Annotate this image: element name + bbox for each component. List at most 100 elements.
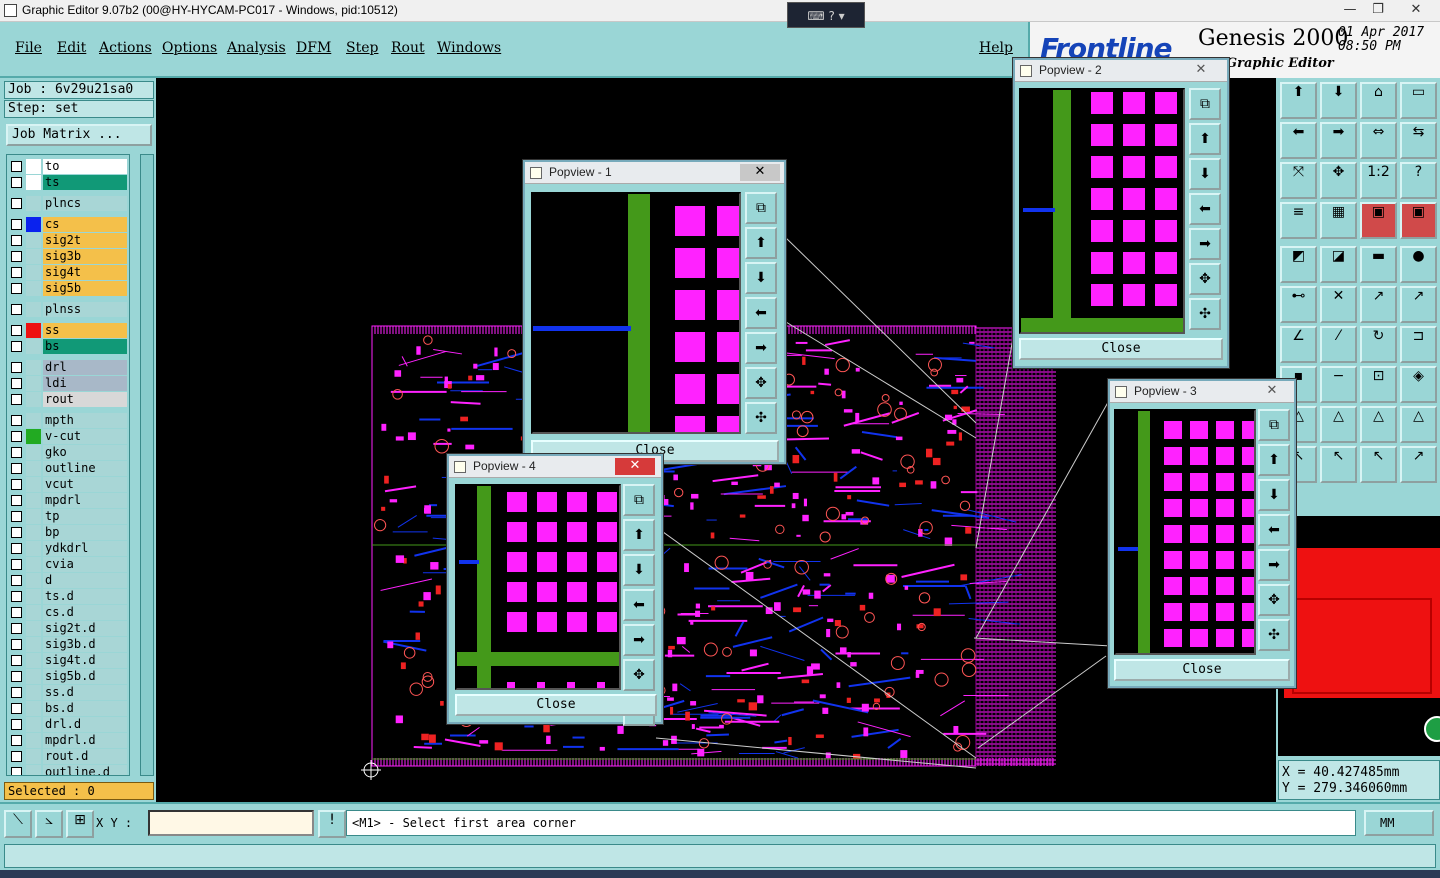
layer-checkbox[interactable] — [11, 751, 22, 762]
layer-checkbox[interactable] — [11, 607, 22, 618]
popview-1[interactable]: Popview - 1 ✕ ⧉ ⬆ ⬇ ⬅ ➡ ✥ ✣ Close — [523, 160, 786, 464]
popview-3-viewport[interactable] — [1114, 409, 1256, 655]
layer-row-cvia[interactable]: cvia — [7, 557, 129, 572]
popview-2[interactable]: Popview - 2 ✕ ⧉ ⬆ ⬇ ⬅ ➡ ✥ ✣ Close — [1013, 58, 1229, 368]
tool-icon[interactable]: △ — [1360, 406, 1397, 443]
layer-name[interactable]: plnss — [43, 302, 127, 317]
tool-icon[interactable]: ✥ — [1320, 162, 1357, 199]
layer-checkbox[interactable] — [11, 767, 22, 775]
popview-tool-icon[interactable]: ⬅ — [623, 589, 655, 621]
layer-row-sig2t[interactable]: sig2t — [7, 233, 129, 248]
layer-checkbox[interactable] — [11, 251, 22, 262]
layer-name[interactable]: drl.d — [43, 717, 127, 732]
layer-name[interactable]: mpth — [43, 413, 127, 428]
layer-row-sig5b[interactable]: sig5b — [7, 281, 129, 296]
layer-row-sig4t[interactable]: sig4t — [7, 265, 129, 280]
menu-step[interactable]: Step — [346, 40, 378, 56]
layer-name[interactable]: to — [43, 159, 127, 174]
layer-row-ldi[interactable]: ldi — [7, 376, 129, 391]
tool-icon[interactable]: ↻ — [1360, 326, 1397, 363]
popview-2-close-button[interactable]: Close — [1019, 338, 1223, 360]
tool-icon[interactable]: ⊷ — [1280, 286, 1317, 323]
layer-checkbox[interactable] — [11, 235, 22, 246]
popview-3-titlebar[interactable]: Popview - 3 ✕ — [1110, 381, 1294, 403]
tool-icon[interactable]: ⤧ — [1280, 162, 1317, 199]
tool-icon[interactable]: ◪ — [1320, 246, 1357, 283]
tool-icon[interactable]: ▭ — [1400, 82, 1437, 119]
tool-icon[interactable]: ◩ — [1280, 246, 1317, 283]
layer-checkbox[interactable] — [11, 341, 22, 352]
tool-icon[interactable]: 1:2 — [1360, 162, 1397, 199]
layer-name[interactable]: outline.d — [43, 765, 127, 775]
layer-row-rout[interactable]: rout — [7, 392, 129, 407]
popview-tool-icon[interactable]: ➡ — [623, 624, 655, 656]
popview-tool-icon[interactable]: ⬆ — [745, 227, 777, 259]
menu-windows[interactable]: Windows — [437, 40, 501, 56]
layer-checkbox[interactable] — [11, 543, 22, 554]
layer-row-sig5b.d[interactable]: sig5b.d — [7, 669, 129, 684]
layer-checkbox[interactable] — [11, 219, 22, 230]
layer-name[interactable]: ldi — [43, 376, 127, 391]
layer-checkbox[interactable] — [11, 177, 22, 188]
popview-4-close-button[interactable]: Close — [455, 694, 657, 716]
popview-3-close-button[interactable]: Close — [1114, 659, 1290, 681]
layer-name[interactable]: d — [43, 573, 127, 588]
tool-icon[interactable]: ✕ — [1320, 286, 1357, 323]
layer-row-to[interactable]: to — [7, 159, 129, 174]
maximize-button[interactable]: ❐ — [1364, 1, 1392, 19]
layer-row-mpth[interactable]: mpth — [7, 413, 129, 428]
layer-row-cs[interactable]: cs — [7, 217, 129, 232]
popview-tool-icon[interactable]: ⬇ — [1258, 479, 1290, 511]
layer-name[interactable]: sig2t.d — [43, 621, 127, 636]
layer-checkbox[interactable] — [11, 527, 22, 538]
layer-name[interactable]: sig4t — [43, 265, 127, 280]
close-window-button[interactable]: ✕ — [1398, 1, 1434, 19]
popview-tool-icon[interactable]: ⬇ — [1189, 158, 1221, 190]
layer-name[interactable]: sig3b.d — [43, 637, 127, 652]
layer-checkbox[interactable] — [11, 559, 22, 570]
minimize-button[interactable]: — — [1336, 1, 1364, 19]
layer-name[interactable]: bs — [43, 339, 127, 354]
layer-checkbox[interactable] — [11, 415, 22, 426]
layer-row-ts.d[interactable]: ts.d — [7, 589, 129, 604]
layer-name[interactable]: ts.d — [43, 589, 127, 604]
tool-icon[interactable]: ◈ — [1400, 366, 1437, 403]
tool-icon[interactable]: ⊡ — [1360, 366, 1397, 403]
popview-tool-icon[interactable]: ✥ — [745, 367, 777, 399]
layer-row-d[interactable]: d — [7, 573, 129, 588]
snap-grid-icon[interactable]: ⊞ — [66, 810, 94, 838]
layer-checkbox[interactable] — [11, 575, 22, 586]
popview-tool-icon[interactable]: ✣ — [1258, 619, 1290, 651]
layer-row-outline[interactable]: outline — [7, 461, 129, 476]
tool-icon[interactable]: ▦ — [1320, 202, 1357, 239]
layer-row-bp[interactable]: bp — [7, 525, 129, 540]
tool-icon[interactable]: ⬅ — [1280, 122, 1317, 159]
tool-icon[interactable]: △ — [1320, 406, 1357, 443]
layer-name[interactable]: vcut — [43, 477, 127, 492]
popview-tool-icon[interactable]: ✣ — [1189, 298, 1221, 330]
tool-icon[interactable]: ⁄ — [1320, 326, 1357, 363]
layer-row-mpdrl.d[interactable]: mpdrl.d — [7, 733, 129, 748]
layer-row-ss.d[interactable]: ss.d — [7, 685, 129, 700]
measure-icon[interactable]: ⦣ — [35, 810, 63, 838]
layer-row-mpdrl[interactable]: mpdrl — [7, 493, 129, 508]
layer-checkbox[interactable] — [11, 431, 22, 442]
menu-help[interactable]: Help — [979, 40, 1013, 56]
popview-tool-icon[interactable]: ✥ — [1189, 263, 1221, 295]
popview-4-close-x[interactable]: ✕ — [615, 458, 655, 475]
layer-checkbox[interactable] — [11, 671, 22, 682]
layer-checkbox[interactable] — [11, 495, 22, 506]
alert-icon[interactable]: ! — [318, 810, 346, 838]
popview-tool-icon[interactable]: ⬆ — [623, 519, 655, 551]
popview-4-titlebar[interactable]: Popview - 4 ✕ — [449, 456, 661, 478]
layer-row-cs.d[interactable]: cs.d — [7, 605, 129, 620]
layer-checkbox[interactable] — [11, 283, 22, 294]
tool-icon[interactable]: △ — [1400, 406, 1437, 443]
popview-tool-icon[interactable]: ⬇ — [623, 554, 655, 586]
layer-name[interactable]: ss — [43, 323, 127, 338]
popview-tool-icon[interactable]: ➡ — [745, 332, 777, 364]
layer-name[interactable]: mpdrl — [43, 493, 127, 508]
layer-row-vcut[interactable]: vcut — [7, 477, 129, 492]
tool-icon[interactable]: ∠ — [1280, 326, 1317, 363]
popview-1-close-x[interactable]: ✕ — [740, 164, 780, 181]
